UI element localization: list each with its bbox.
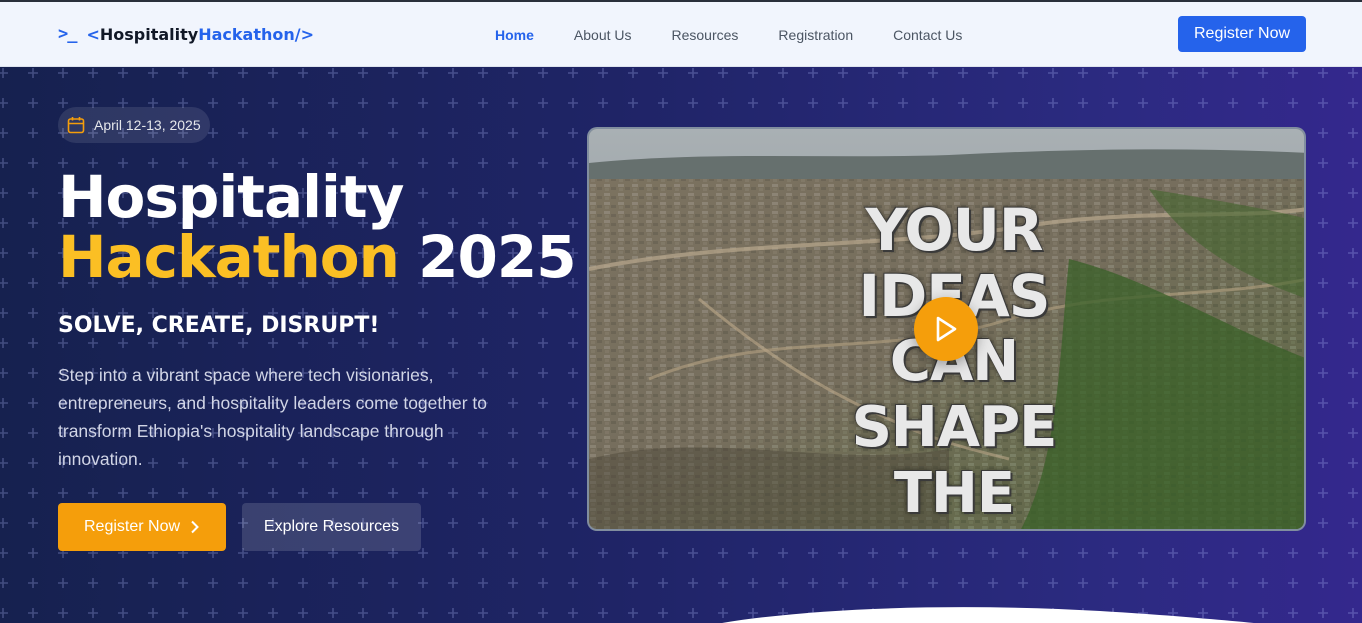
hero-register-button[interactable]: Register Now [58,503,226,551]
event-date-text: April 12-13, 2025 [94,117,201,133]
nav-register-button[interactable]: Register Now [1178,16,1306,52]
hero-register-label: Register Now [83,518,181,535]
promo-video-player[interactable]: YOUR IDEAS CAN SHAPE THE FUTURE [587,127,1306,531]
site-logo[interactable]: >_ < Hospitality Hackathon /> [58,24,314,44]
play-button[interactable] [914,297,978,361]
navbar: >_ < Hospitality Hackathon /> Home About… [0,2,1362,67]
calendar-icon [67,117,85,134]
play-icon [936,316,957,342]
logo-suffix: /> [294,24,315,44]
logo-word-hackathon: Hackathon [198,24,295,44]
nav-link-about-us[interactable]: About Us [574,27,632,43]
section-divider-wave [722,607,1254,623]
nav-link-home[interactable]: Home [495,27,534,43]
hero-title-year: 2025 [418,223,576,291]
hero-section: April 12-13, 2025 Hospitality Hackathon … [0,67,1362,623]
logo-word-hospitality: Hospitality [99,24,199,44]
overlay-line-1: YOUR [865,196,1044,264]
terminal-icon: >_ [58,24,78,44]
overlay-line-4: THE FUTURE [833,461,1077,529]
hero-title-line1: Hospitality [58,163,404,231]
logo-prefix: < [86,24,100,44]
hero-title: Hospitality Hackathon 2025 [58,167,577,287]
hero-title-highlight: Hackathon [58,223,400,291]
event-date-badge: April 12-13, 2025 [58,107,210,143]
chevron-right-icon [191,520,199,534]
explore-resources-button[interactable]: Explore Resources [242,503,421,551]
hero-tagline: SOLVE, CREATE, DISRUPT! [58,313,380,338]
nav-link-resources[interactable]: Resources [672,27,739,43]
nav-link-contact-us[interactable]: Contact Us [893,27,962,43]
video-overlay-text: YOUR IDEAS CAN SHAPE THE FUTURE [814,196,1094,529]
main-menu: Home About Us Resources Registration Con… [495,2,1002,67]
hero-description: Step into a vibrant space where tech vis… [58,365,488,469]
nav-link-registration[interactable]: Registration [778,27,853,43]
